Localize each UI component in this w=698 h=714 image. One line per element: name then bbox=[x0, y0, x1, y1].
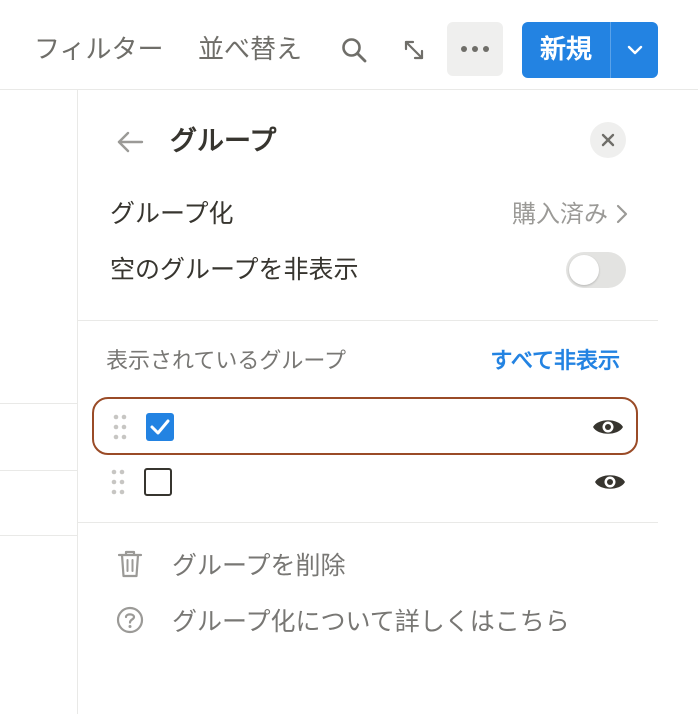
table-row-divider bbox=[0, 535, 78, 536]
grouping-help-link[interactable]: グループ化について詳しくはこちら bbox=[114, 598, 570, 642]
group-panel: グループ グループ化 購入済み 空のグループを非表示 表示されているグループ す… bbox=[78, 90, 658, 714]
help-icon bbox=[114, 604, 146, 636]
close-icon bbox=[601, 133, 615, 147]
group-item-unchecked[interactable] bbox=[92, 454, 638, 512]
toggle-knob bbox=[569, 255, 599, 285]
section-divider bbox=[78, 522, 658, 523]
group-item-checked[interactable] bbox=[92, 397, 638, 455]
group-checkbox-checked[interactable] bbox=[146, 413, 174, 441]
expand-icon[interactable] bbox=[394, 30, 434, 70]
sort-button[interactable]: 並べ替え bbox=[198, 30, 302, 70]
visible-groups-heading: 表示されているグループ bbox=[106, 349, 347, 374]
chevron-down-icon bbox=[627, 45, 642, 55]
new-button-group: 新規 bbox=[522, 22, 658, 78]
hide-empty-groups-row: 空のグループを非表示 bbox=[108, 248, 628, 292]
drag-handle-icon[interactable] bbox=[112, 413, 128, 441]
more-icon bbox=[461, 46, 489, 52]
table-row-divider bbox=[0, 470, 78, 471]
hide-all-button[interactable]: すべて非表示 bbox=[490, 344, 620, 380]
group-by-row[interactable]: グループ化 購入済み bbox=[108, 192, 628, 236]
eye-icon[interactable] bbox=[594, 469, 626, 495]
delete-group-label: グループを削除 bbox=[172, 551, 346, 580]
new-dropdown-button[interactable] bbox=[611, 22, 658, 78]
checkmark-icon bbox=[150, 419, 170, 435]
section-divider bbox=[78, 320, 658, 321]
drag-handle-icon[interactable] bbox=[110, 468, 126, 496]
back-arrow-icon[interactable] bbox=[114, 126, 146, 158]
more-options-button[interactable] bbox=[447, 22, 503, 76]
group-by-property: 購入済み bbox=[512, 200, 608, 228]
group-by-label: グループ化 bbox=[110, 199, 234, 228]
group-by-value[interactable]: 購入済み bbox=[512, 192, 628, 236]
chevron-right-icon bbox=[616, 204, 628, 224]
hide-empty-groups-toggle[interactable] bbox=[566, 252, 626, 288]
grouping-help-label: グループ化について詳しくはこちら bbox=[172, 607, 570, 636]
group-checkbox-unchecked[interactable] bbox=[144, 468, 172, 496]
eye-icon[interactable] bbox=[592, 414, 624, 440]
new-button[interactable]: 新規 bbox=[522, 22, 610, 78]
search-icon[interactable] bbox=[334, 30, 374, 70]
close-button[interactable] bbox=[590, 122, 626, 158]
trash-icon bbox=[114, 548, 146, 580]
table-row-divider bbox=[0, 403, 78, 404]
filter-button[interactable]: フィルター bbox=[34, 30, 163, 70]
hide-empty-groups-label: 空のグループを非表示 bbox=[110, 255, 359, 284]
delete-group-button[interactable]: グループを削除 bbox=[114, 542, 346, 586]
view-toolbar: フィルター 並べ替え 新規 bbox=[0, 0, 698, 90]
panel-title: グループ bbox=[170, 126, 277, 157]
